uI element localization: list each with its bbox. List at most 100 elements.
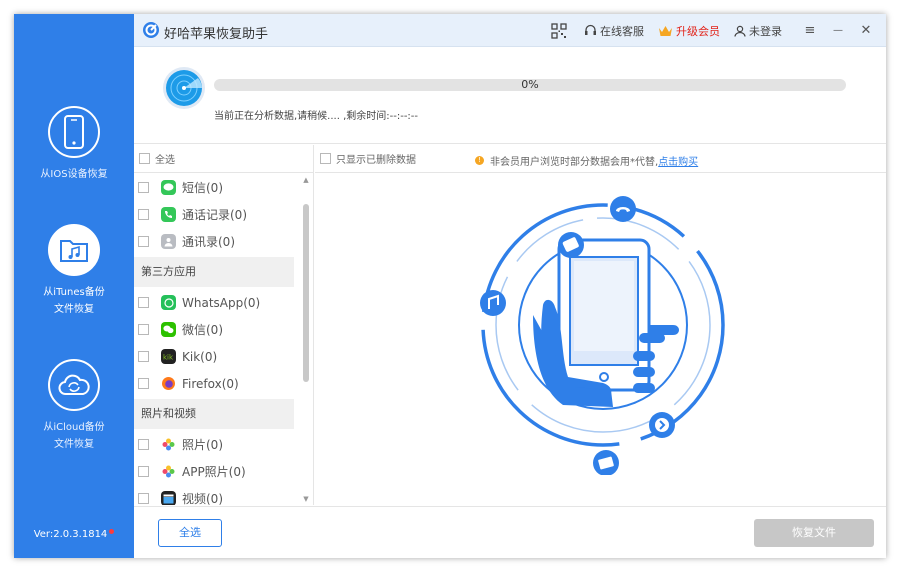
app-logo-icon (143, 22, 159, 38)
title-bar: 好哈苹果恢复助手 在线客服 升级会员 未登录 ≡ — ✕ (134, 14, 886, 47)
item-checkbox[interactable] (138, 439, 149, 450)
item-checkbox[interactable] (138, 466, 149, 477)
item-checkbox[interactable] (138, 378, 149, 389)
phone-call-icon (161, 207, 176, 222)
item-label: Firefox(0) (182, 376, 239, 391)
list-item-call-log[interactable]: 通话记录(0) (134, 201, 294, 228)
scan-progress-area: 0% 当前正在分析数据,请稍候.... ,剩余时间:--:--:-- (134, 48, 886, 144)
headset-icon (585, 24, 596, 35)
version-label: Ver:2.0.3.1814 (14, 529, 134, 540)
status-text: 当前正在分析数据,请稍候.... ,剩余时间:--:--:-- (214, 111, 419, 122)
sidebar-item-icloud-backup[interactable]: 从iCloud备份 文件恢复 (14, 359, 134, 453)
photos-icon (161, 437, 176, 452)
scroll-down-icon[interactable]: ▼ (302, 495, 310, 503)
list-item-firefox[interactable]: Firefox(0) (134, 370, 294, 397)
list-item-wechat[interactable]: 微信(0) (134, 316, 294, 343)
list-item-videos[interactable]: 视频(0) (134, 485, 294, 505)
only-deleted-checkbox[interactable] (320, 153, 331, 164)
video-clapper-icon (161, 491, 176, 505)
firefox-icon (161, 376, 176, 391)
recover-files-button[interactable]: 恢复文件 (754, 519, 874, 547)
contacts-icon (161, 234, 176, 249)
scroll-up-icon[interactable]: ▲ (302, 176, 310, 184)
update-dot (109, 529, 115, 534)
item-checkbox[interactable] (138, 297, 149, 308)
item-label: WhatsApp(0) (182, 295, 261, 310)
list-item-app-photos[interactable]: APP照片(0) (134, 458, 294, 485)
category-list: 短信(0) 通话记录(0) 通讯录(0) 第三方应用 WhatsApp(0) 微… (134, 174, 294, 505)
member-notice: ! 非会员用户浏览时部分数据会用*代替, 点击购买 (475, 153, 698, 168)
music-folder-icon (48, 224, 100, 276)
message-badge-icon (558, 232, 584, 258)
scrollbar-thumb[interactable] (303, 204, 309, 382)
qr-code-icon (551, 22, 567, 39)
mail-badge-icon (593, 450, 619, 475)
select-all-label: 全选 (155, 155, 175, 166)
item-checkbox[interactable] (138, 493, 149, 504)
app-photos-icon (161, 464, 176, 479)
buy-link[interactable]: 点击购买 (658, 153, 698, 168)
list-item-contacts[interactable]: 通讯录(0) (134, 228, 294, 255)
item-checkbox[interactable] (138, 324, 149, 335)
sidebar-item-label: 从iTunes备份 文件恢复 (43, 287, 105, 315)
section-header-photos-videos: 照片和视频 (134, 399, 294, 429)
footer-bar: 全选 恢复文件 (134, 506, 886, 558)
arrow-badge-icon (649, 412, 675, 438)
progress-percent: 0% (521, 78, 539, 91)
list-scrollbar[interactable]: ▲ ▼ (300, 174, 312, 505)
sidebar-item-itunes-backup[interactable]: 从iTunes备份 文件恢复 (14, 224, 134, 318)
section-header-third-party: 第三方应用 (134, 257, 294, 287)
item-checkbox[interactable] (138, 209, 149, 220)
scan-illustration (480, 196, 725, 475)
close-button[interactable]: ✕ (852, 23, 880, 38)
list-item-photos[interactable]: 照片(0) (134, 431, 294, 458)
phone-icon (48, 106, 100, 158)
online-service-button[interactable]: 在线客服 (584, 23, 644, 39)
warning-icon: ! (475, 156, 484, 165)
only-deleted-label: 只显示已删除数据 (336, 155, 416, 166)
preview-area: 只显示已删除数据 ! 非会员用户浏览时部分数据会用*代替, 点击购买 (315, 145, 886, 505)
category-panel: 全选 短信(0) 通话记录(0) 通讯录(0) 第三方应用 WhatsApp(0… (134, 145, 314, 505)
menu-button[interactable]: ≡ (796, 23, 824, 38)
whatsapp-icon (161, 295, 176, 310)
cloud-sync-icon (48, 359, 100, 411)
svg-text:kik: kik (163, 354, 174, 361)
call-badge-icon (610, 196, 636, 222)
radar-scan-icon (163, 67, 205, 109)
sidebar-item-label: 从iCloud备份 文件恢复 (43, 422, 105, 450)
select-all-button[interactable]: 全选 (158, 519, 222, 547)
list-item-sms[interactable]: 短信(0) (134, 174, 294, 201)
upgrade-vip-button[interactable]: 升级会员 (658, 23, 720, 39)
qr-code-button[interactable] (551, 22, 570, 39)
item-label: 短信(0) (182, 181, 223, 195)
app-window: 从IOS设备恢复 从iTunes备份 文件恢复 从iCloud备份 文件恢复 Ver… (14, 14, 886, 558)
select-all-row[interactable]: 全选 (134, 145, 313, 173)
content-header: 只显示已删除数据 ! 非会员用户浏览时部分数据会用*代替, 点击购买 (315, 145, 886, 173)
sidebar-item-ios-device[interactable]: 从IOS设备恢复 (14, 106, 134, 183)
item-checkbox[interactable] (138, 182, 149, 193)
sidebar: 从IOS设备恢复 从iTunes备份 文件恢复 从iCloud备份 文件恢复 Ver… (14, 14, 134, 558)
item-label: 微信(0) (182, 323, 223, 337)
sms-icon (161, 180, 176, 195)
item-label: Kik(0) (182, 349, 218, 364)
app-title: 好哈苹果恢复助手 (164, 27, 269, 42)
notice-text: 非会员用户浏览时部分数据会用*代替, (490, 157, 659, 168)
item-label: 照片(0) (182, 438, 223, 452)
item-label: 通讯录(0) (182, 235, 235, 249)
list-item-kik[interactable]: kik Kik(0) (134, 343, 294, 370)
item-checkbox[interactable] (138, 351, 149, 362)
list-item-whatsapp[interactable]: WhatsApp(0) (134, 289, 294, 316)
item-label: 通话记录(0) (182, 208, 247, 222)
item-label: APP照片(0) (182, 465, 246, 479)
item-checkbox[interactable] (138, 236, 149, 247)
select-all-checkbox[interactable] (139, 153, 150, 164)
minimize-button[interactable]: — (824, 25, 852, 36)
sidebar-item-label: 从IOS设备恢复 (40, 169, 108, 180)
crown-icon (659, 25, 672, 36)
login-button[interactable]: 未登录 (734, 23, 782, 39)
user-icon (734, 25, 746, 37)
item-label: 视频(0) (182, 492, 223, 505)
wechat-icon (161, 322, 176, 337)
music-badge-icon (480, 290, 506, 316)
progress-bar: 0% (214, 78, 846, 91)
